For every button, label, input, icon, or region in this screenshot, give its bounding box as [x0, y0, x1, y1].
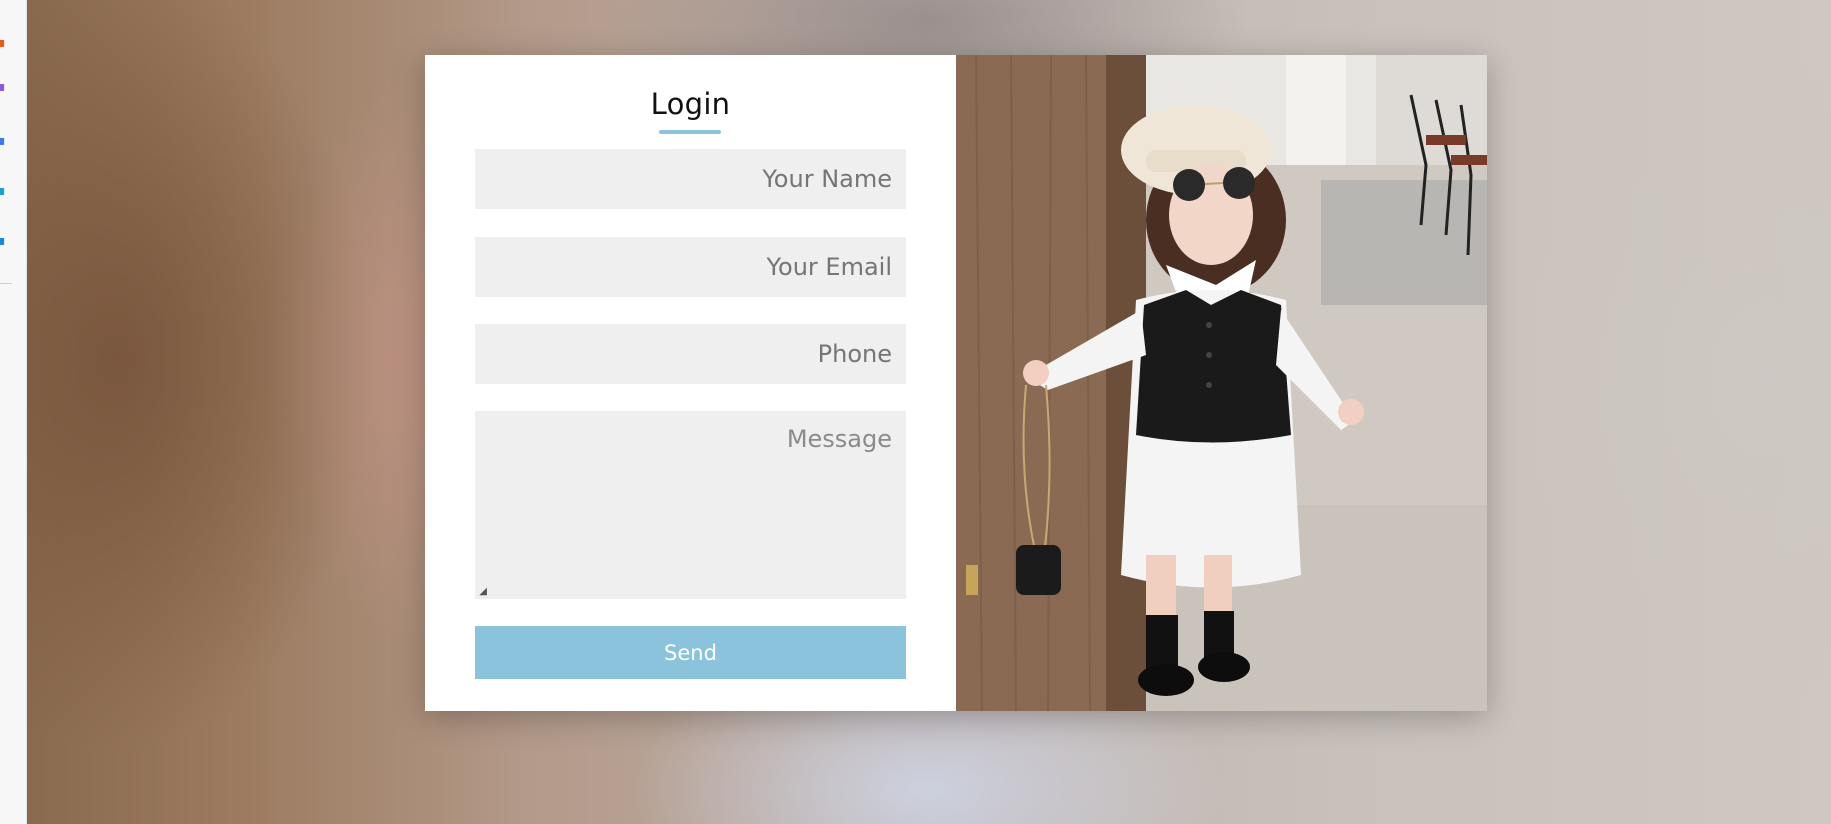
extension-icon[interactable]: ▪	[0, 234, 6, 248]
form-panel: Login Message ◢ Send	[425, 55, 956, 711]
extension-icon[interactable]: ▪	[0, 36, 6, 50]
title-underline	[659, 130, 721, 134]
message-placeholder: Message	[786, 425, 892, 453]
extension-icon[interactable]: ▪	[0, 184, 6, 198]
extension-icon[interactable]: ▪	[0, 80, 6, 94]
browser-side-strip: ▪ ▪ ▪ ▪ ▪	[0, 0, 27, 824]
form-title: Login	[650, 87, 731, 121]
login-modal: Login Message ◢ Send	[425, 55, 1487, 711]
resize-handle-icon[interactable]: ◢	[477, 587, 487, 597]
photo-illustration	[956, 55, 1487, 711]
send-button[interactable]: Send	[475, 626, 906, 679]
divider	[0, 283, 12, 284]
phone-input[interactable]	[475, 324, 906, 384]
email-input[interactable]	[475, 237, 906, 297]
name-input[interactable]	[475, 149, 906, 209]
extension-icon[interactable]: ▪	[0, 134, 6, 148]
message-textarea[interactable]: Message ◢	[475, 411, 906, 599]
photo-image	[956, 55, 1487, 711]
